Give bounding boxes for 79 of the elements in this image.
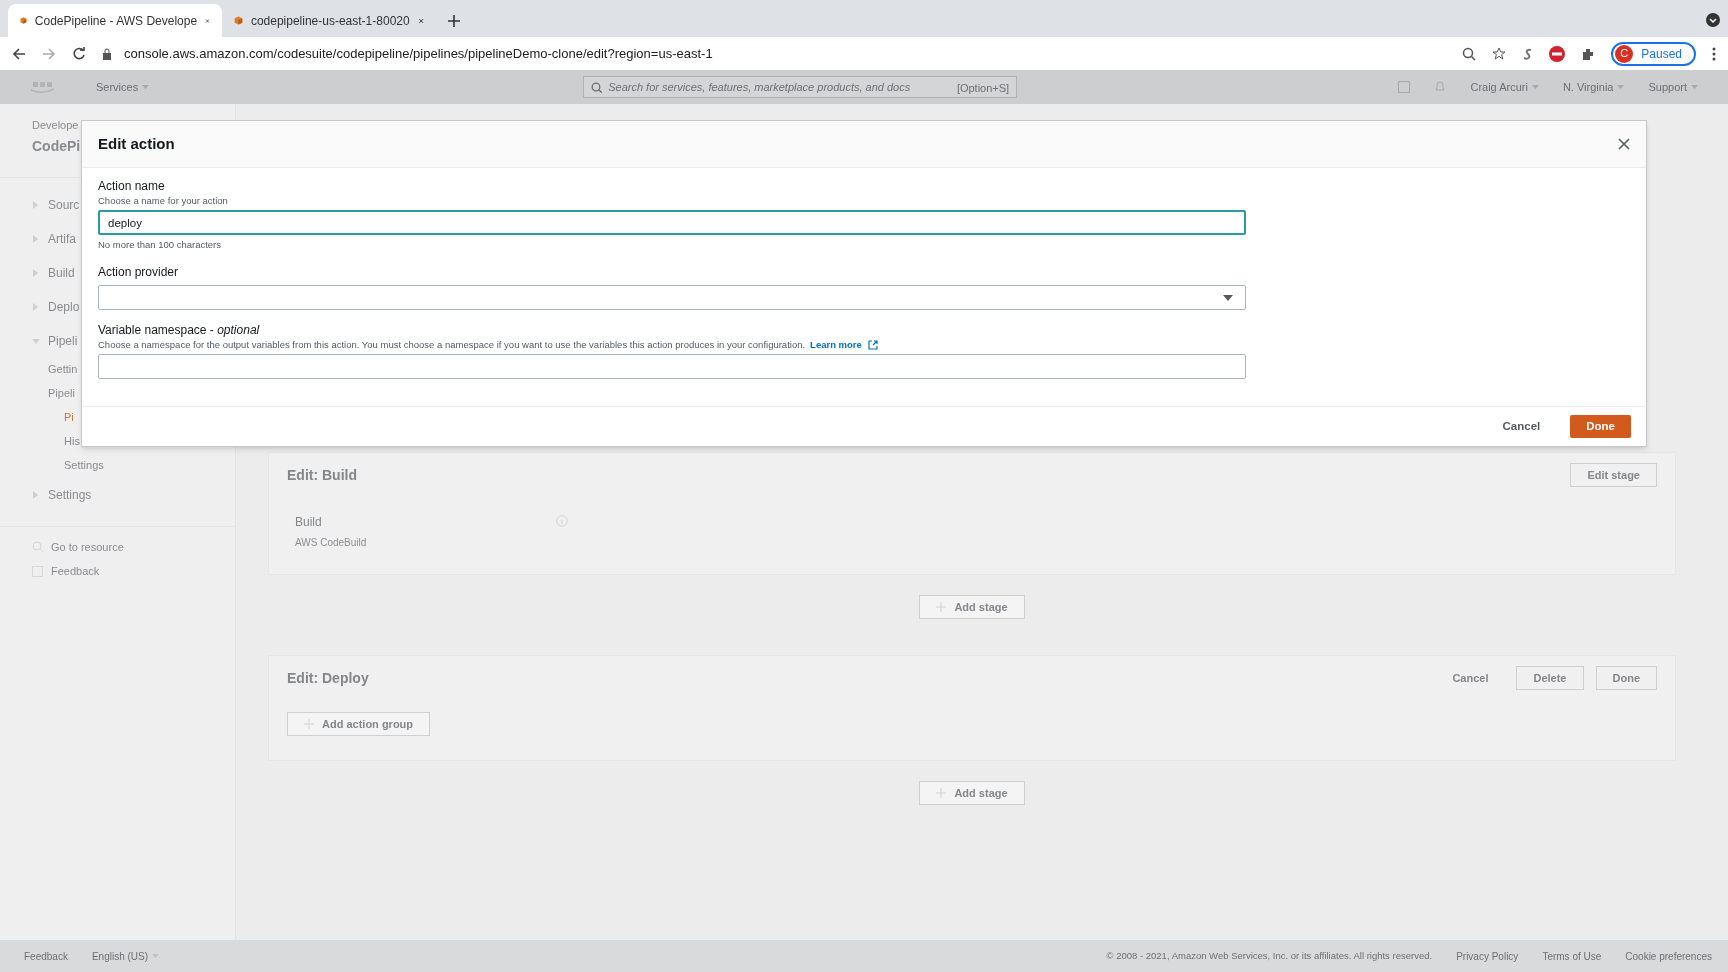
adblock-icon[interactable] xyxy=(1549,45,1566,62)
stage-button[interactable]: Edit stage xyxy=(1570,463,1657,487)
nav-link[interactable]: Pi xyxy=(64,409,74,426)
action-provider: AWS CodeBuild xyxy=(295,536,367,550)
search-icon xyxy=(591,82,603,93)
select-field[interactable] xyxy=(98,285,1246,311)
service-title: CodePi xyxy=(32,136,81,156)
region-menu[interactable]: N. Virginia xyxy=(1562,78,1614,96)
caret-icon xyxy=(142,85,150,89)
tab-search-icon[interactable] xyxy=(1706,13,1720,27)
nav-link[interactable]: Settings xyxy=(64,457,104,474)
address-bar-url[interactable]: console.aws.amazon.com/codesuite/codepipeline/pipelines/pipelineDemo-clone/edit?region=us-east-1 xyxy=(124,43,713,64)
browser-tab[interactable]: CodePipeline - AWS Develope xyxy=(8,4,222,37)
field-description: Choose a name for your action xyxy=(98,194,228,208)
breadcrumb-link[interactable]: Develope xyxy=(32,114,79,134)
zoom-icon[interactable] xyxy=(1462,46,1477,61)
s-extension-icon[interactable] xyxy=(1522,47,1534,60)
caret-down-icon xyxy=(1223,294,1233,301)
language-selector[interactable]: English (US) xyxy=(91,948,149,964)
plus-icon xyxy=(936,788,947,798)
more-icon[interactable] xyxy=(1712,46,1716,61)
nav-section[interactable]: Build xyxy=(48,263,75,282)
services-menu[interactable]: Services xyxy=(96,78,139,96)
field-description: Choose a namespace for the output variables from this action. You must choose a namespace if you want to use the variables this action produces in your configuration. xyxy=(98,338,806,353)
stage-button[interactable]: Delete xyxy=(1516,666,1584,690)
stage-button[interactable]: Cancel xyxy=(1436,666,1505,690)
browser-tab[interactable]: codepipeline-us-east-1-80020 xyxy=(222,4,436,37)
lock-icon xyxy=(102,47,112,60)
field-label: Action provider xyxy=(98,264,180,281)
nav-section[interactable]: Pipeli xyxy=(48,331,78,350)
profile-button[interactable]: C Paused xyxy=(1611,41,1696,66)
caret-icon xyxy=(1531,85,1539,89)
input-field[interactable]: deploy xyxy=(98,210,1246,235)
copyright-text: © 2008 - 2021, Amazon Web Services, Inc. or its affiliates. All rights reserved. xyxy=(1106,948,1433,963)
field-hint: No more than 100 characters xyxy=(98,238,223,252)
nav-link[interactable]: Pipeli xyxy=(48,385,75,402)
field-label: Action name xyxy=(98,178,166,194)
nav-section[interactable]: Artifa xyxy=(48,229,76,248)
caret-icon xyxy=(1617,85,1625,89)
modal-title: Edit action xyxy=(98,133,176,154)
nav-link[interactable]: His xyxy=(64,433,80,450)
cancel-button[interactable]: Cancel xyxy=(1494,415,1549,438)
done-button[interactable]: Done xyxy=(1570,415,1631,438)
add-stage-button[interactable]: Add stage xyxy=(919,595,1025,619)
shortcut-hint: [Option+S] xyxy=(956,81,1010,96)
input-field[interactable] xyxy=(98,354,1246,380)
support-menu[interactable]: Support xyxy=(1648,78,1687,96)
nav-link[interactable]: Gettin xyxy=(48,361,78,378)
stage-button[interactable]: Done xyxy=(1595,666,1657,690)
plus-icon xyxy=(936,602,947,612)
nav-section[interactable]: Sourc xyxy=(48,195,80,214)
stage-title: Edit: Build xyxy=(287,465,358,485)
caret-icon xyxy=(1691,85,1698,89)
action-name: Build xyxy=(295,514,323,531)
nav-section[interactable]: Settings xyxy=(48,485,92,504)
go-to-resource-link[interactable]: Go to resource xyxy=(51,538,124,555)
learn-more-link[interactable]: Learn more xyxy=(810,338,862,353)
reload-icon[interactable] xyxy=(72,46,86,61)
footer-link[interactable]: Privacy Policy xyxy=(1456,948,1519,964)
back-icon[interactable] xyxy=(12,46,26,61)
add-stage-button[interactable]: Add stage xyxy=(919,781,1025,805)
plus-icon xyxy=(304,719,314,729)
star-icon[interactable] xyxy=(1492,47,1507,60)
cube-icon xyxy=(234,13,243,28)
footer-link[interactable]: Cookie preferences xyxy=(1625,948,1712,964)
feedback-link[interactable]: Feedback xyxy=(24,948,68,964)
external-link-icon[interactable] xyxy=(867,340,878,351)
field-label: Variable namespace - optional xyxy=(98,322,261,339)
nav-section[interactable]: Deplo xyxy=(48,297,80,316)
footer-link[interactable]: Terms of Use xyxy=(1542,948,1602,964)
close-icon[interactable] xyxy=(1618,138,1630,150)
stage-title: Edit: Deploy xyxy=(287,668,370,688)
new-tab-icon[interactable] xyxy=(448,15,460,27)
feedback-icon xyxy=(32,565,43,577)
feedback-link[interactable]: Feedback xyxy=(51,563,100,580)
search-icon xyxy=(32,541,43,553)
puzzle-icon[interactable] xyxy=(1581,46,1596,61)
account-menu[interactable]: Craig Arcuri xyxy=(1470,78,1528,96)
add-action-group-button[interactable]: Add action group xyxy=(287,712,431,736)
